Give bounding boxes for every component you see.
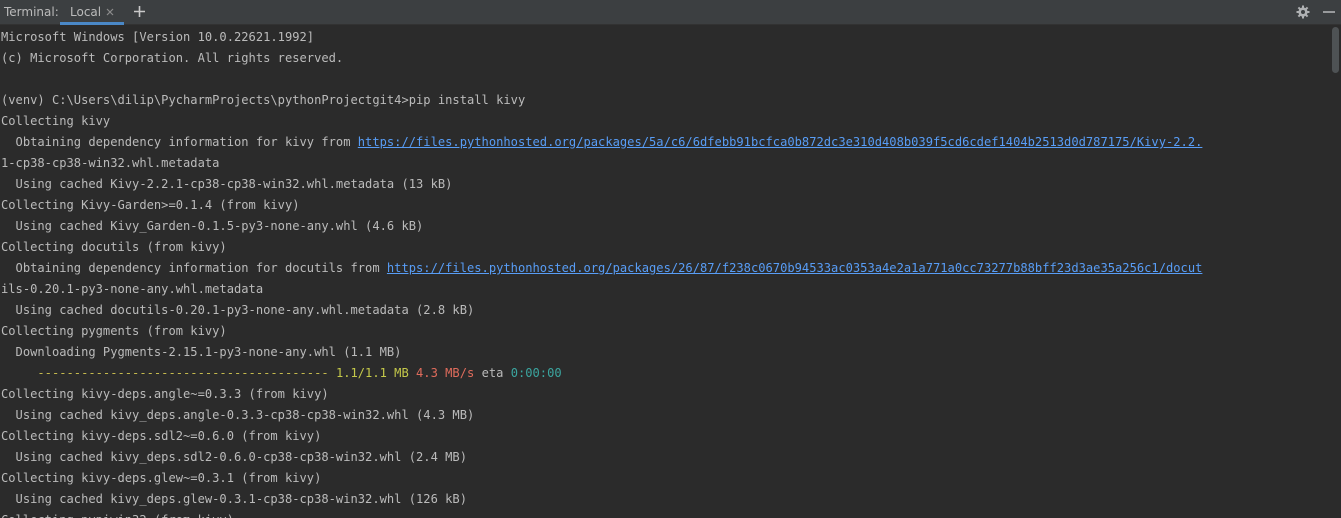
- terminal-line: ils-0.20.1-py3-none-any.whl.metadata: [1, 282, 264, 296]
- terminal-line: Using cached kivy_deps.sdl2-0.6.0-cp38-c…: [1, 450, 467, 464]
- terminal-line: Downloading Pygments-2.15.1-py3-none-any…: [1, 345, 402, 359]
- tab-local[interactable]: Local: [60, 0, 124, 25]
- terminal-line: (c) Microsoft Corporation. All rights re…: [1, 51, 344, 65]
- terminal-line: Collecting kivy-deps.angle~=0.3.3 (from …: [1, 387, 329, 401]
- progress-eta-label: eta: [481, 366, 504, 380]
- progress-bar: ----------------------------------------: [1, 366, 329, 380]
- terminal-line: Collecting docutils (from kivy): [1, 240, 227, 254]
- terminal-line: Using cached Kivy-2.2.1-cp38-cp38-win32.…: [1, 177, 453, 191]
- gear-icon[interactable]: [1296, 5, 1310, 19]
- terminal-line: Collecting pypiwin32 (from kivy): [1, 510, 234, 518]
- terminal-line: Collecting kivy: [1, 114, 111, 128]
- vertical-scrollbar[interactable]: [1329, 25, 1341, 518]
- line-text: Obtaining dependency information for kiv…: [1, 135, 358, 149]
- terminal-line: 1-cp38-cp38-win32.whl.metadata: [1, 156, 220, 170]
- progress-size: 1.1/1.1 MB: [335, 366, 409, 380]
- package-link[interactable]: https://files.pythonhosted.org/packages/…: [387, 261, 1202, 275]
- terminal-line: Using cached docutils-0.20.1-py3-none-an…: [1, 303, 475, 317]
- terminal-toolbar: Terminal: Local: [0, 0, 1341, 25]
- close-icon[interactable]: [105, 7, 115, 17]
- toolbar-title: Terminal:: [4, 5, 59, 19]
- terminal-line: Collecting kivy-deps.glew~=0.3.1 (from k…: [1, 471, 322, 485]
- terminal-line: Microsoft Windows [Version 10.0.22621.19…: [1, 30, 315, 44]
- tab-label: Local: [70, 5, 102, 19]
- terminal-line: (venv) C:\Users\dilip\PycharmProjects\py…: [1, 93, 526, 107]
- minimize-icon[interactable]: [1322, 5, 1336, 19]
- terminal-output[interactable]: Microsoft Windows [Version 10.0.22621.19…: [0, 25, 1329, 518]
- progress-line: ----------------------------------------…: [1, 363, 562, 384]
- package-link[interactable]: https://files.pythonhosted.org/packages/…: [358, 135, 1203, 149]
- plus-icon[interactable]: [133, 5, 146, 18]
- progress-eta: 0:00:00: [510, 366, 562, 380]
- terminal-line: Collecting kivy-deps.sdl2~=0.6.0 (from k…: [1, 429, 322, 443]
- terminal-line: Collecting Kivy-Garden>=0.1.4 (from kivy…: [1, 198, 300, 212]
- terminal-line: Collecting pygments (from kivy): [1, 324, 227, 338]
- terminal-line: Using cached kivy_deps.angle-0.3.3-cp38-…: [1, 408, 475, 422]
- terminal-line: Using cached kivy_deps.glew-0.3.1-cp38-c…: [1, 492, 467, 506]
- terminal-line: Obtaining dependency information for doc…: [1, 258, 1203, 279]
- progress-rate: 4.3 MB/s: [416, 366, 475, 380]
- terminal-line: Obtaining dependency information for kiv…: [1, 132, 1203, 153]
- terminal-line: Using cached Kivy_Garden-0.1.5-py3-none-…: [1, 219, 424, 233]
- line-text: Obtaining dependency information for doc…: [1, 261, 387, 275]
- scrollbar-thumb[interactable]: [1332, 27, 1339, 73]
